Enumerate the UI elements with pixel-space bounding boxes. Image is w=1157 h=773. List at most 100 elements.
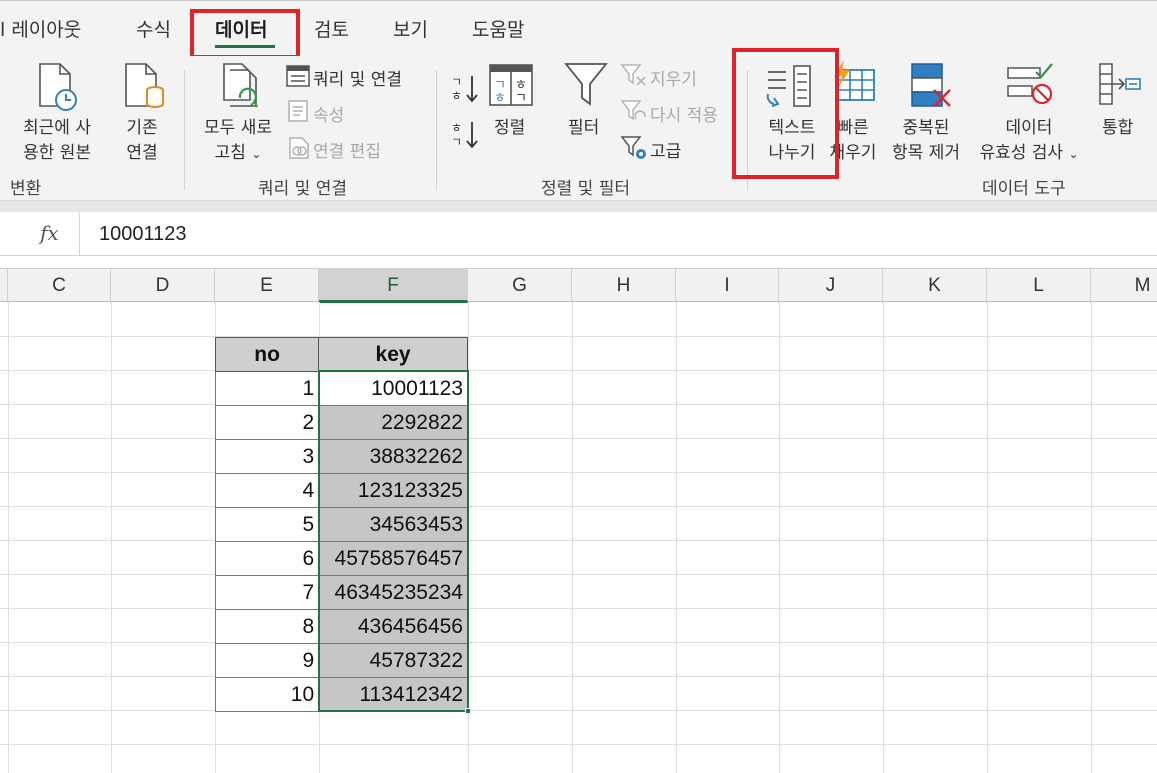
table-header-row: no key	[214, 337, 468, 372]
cell-no[interactable]: 3	[214, 439, 320, 474]
svg-text:ㄱ: ㄱ	[451, 135, 462, 149]
column-header-b-partial[interactable]	[0, 269, 8, 303]
cell-no[interactable]: 6	[214, 541, 320, 576]
properties-icon	[288, 100, 308, 126]
worksheet-grid[interactable]	[0, 302, 1157, 773]
cell-key[interactable]: 2292822	[318, 405, 468, 440]
remove-duplicates-label-2: 항목 제거	[892, 143, 960, 163]
existing-connections-button[interactable]: 기존 연결	[112, 113, 172, 163]
cell-no[interactable]: 5	[214, 507, 320, 542]
group-label-sort-filter: 정렬 및 필터	[541, 179, 631, 199]
recent-sources-label-1: 최근에 사	[23, 118, 91, 138]
recent-sources-icon	[36, 62, 82, 116]
cell-no[interactable]: 4	[214, 473, 320, 508]
table-row: 2 2292822	[214, 405, 468, 440]
data-table: no key 1 10001123 2 2292822 3 38832262 4…	[214, 337, 468, 712]
fill-handle[interactable]	[465, 708, 471, 714]
group-label-data-tools: 데이터 도구	[982, 179, 1066, 199]
table-row: 7 46345235234	[214, 575, 468, 610]
formula-input[interactable]: 10001123	[99, 223, 187, 246]
column-header-m[interactable]: M	[1091, 269, 1157, 303]
cell-key[interactable]: 46345235234	[318, 575, 468, 610]
cell-no[interactable]: 2	[214, 405, 320, 440]
remove-duplicates-icon	[910, 62, 954, 112]
properties-button[interactable]: 속성	[313, 101, 344, 126]
group-separator	[184, 70, 185, 190]
table-row: 10 113412342	[214, 677, 468, 712]
sort-button[interactable]: 정렬	[494, 113, 525, 138]
tab-view[interactable]: 보기	[393, 15, 428, 42]
header-cell-key[interactable]: key	[318, 337, 468, 372]
remove-duplicates-button[interactable]: 중복된 항목 제거	[886, 113, 966, 163]
data-validation-button[interactable]: 데이터 유효성 검사 ⌄	[972, 113, 1086, 163]
column-headers: C D E F G H I J K L M	[0, 268, 1157, 303]
refresh-all-icon	[218, 62, 266, 116]
column-header-e[interactable]: E	[215, 269, 319, 303]
svg-text:ㅎ: ㅎ	[451, 121, 462, 135]
chevron-down-icon: ⌄	[1068, 147, 1079, 161]
edit-links-icon	[288, 136, 310, 164]
existing-connections-icon	[122, 62, 168, 116]
queries-connections-button[interactable]: 쿼리 및 연결	[313, 65, 402, 90]
group-label-transform: 변환	[10, 179, 42, 199]
refresh-all-label-1: 모두 새로	[204, 118, 272, 138]
svg-text:ㄱ: ㄱ	[515, 91, 527, 106]
insert-function-icon[interactable]: fx	[40, 221, 59, 245]
cell-key[interactable]: 45758576457	[318, 541, 468, 576]
cell-no[interactable]: 10	[214, 677, 320, 712]
cell-key[interactable]: 436456456	[318, 609, 468, 644]
column-header-l[interactable]: L	[987, 269, 1091, 303]
column-header-k[interactable]: K	[883, 269, 987, 303]
tab-page-layout[interactable]: l 레이아웃	[0, 15, 81, 42]
cell-key-active[interactable]: 10001123	[318, 371, 468, 406]
queries-connections-icon	[286, 65, 310, 91]
existing-connections-label-1: 기존	[126, 118, 158, 138]
tab-review[interactable]: 검토	[314, 15, 349, 42]
remove-duplicates-label-1: 중복된	[902, 118, 950, 138]
cell-no[interactable]: 1	[214, 371, 320, 406]
cell-key[interactable]: 113412342	[318, 677, 468, 712]
svg-text:ㅎ: ㅎ	[494, 91, 506, 106]
cell-no[interactable]: 7	[214, 575, 320, 610]
tab-formulas[interactable]: 수식	[136, 15, 171, 42]
consolidate-icon	[1098, 62, 1144, 112]
recent-sources-button[interactable]: 최근에 사 용한 원본	[12, 113, 102, 163]
cell-key[interactable]: 34563453	[318, 507, 468, 542]
cell-key[interactable]: 38832262	[318, 439, 468, 474]
refresh-all-button[interactable]: 모두 새로 고침 ⌄	[196, 113, 280, 163]
table-row: 6 45758576457	[214, 541, 468, 576]
advanced-filter-button[interactable]: 고급	[650, 137, 681, 162]
highlight-box-data-tab	[190, 9, 300, 59]
reapply-icon	[620, 99, 648, 127]
header-cell-no[interactable]: no	[214, 337, 320, 372]
cell-key[interactable]: 123123325	[318, 473, 468, 508]
column-header-h[interactable]: H	[572, 269, 676, 303]
group-separator	[436, 70, 437, 190]
cell-no[interactable]: 8	[214, 609, 320, 644]
filter-button[interactable]: 필터	[568, 113, 599, 138]
edit-links-button[interactable]: 연결 편집	[313, 137, 381, 162]
data-validation-label-1: 데이터	[1005, 118, 1053, 138]
formula-bar-divider	[0, 200, 1157, 212]
column-header-j[interactable]: J	[779, 269, 883, 303]
data-validation-icon	[1006, 62, 1056, 112]
column-header-f[interactable]: F	[319, 269, 468, 303]
svg-text:ㄱ: ㄱ	[451, 75, 462, 89]
sort-ascending-icon: ㄱㅎ	[450, 72, 480, 110]
clear-filter-button[interactable]: 지우기	[650, 65, 697, 90]
recent-sources-label-2: 용한 원본	[23, 143, 91, 163]
tab-help[interactable]: 도움말	[472, 15, 524, 42]
consolidate-button[interactable]: 통합	[1102, 113, 1133, 138]
refresh-all-label-2: 고침	[214, 143, 246, 163]
cell-key[interactable]: 45787322	[318, 643, 468, 678]
column-header-d[interactable]: D	[111, 269, 215, 303]
advanced-filter-icon	[620, 135, 648, 165]
svg-text:ㅎ: ㅎ	[451, 89, 462, 103]
table-row: 4 123123325	[214, 473, 468, 508]
column-header-i[interactable]: I	[676, 269, 779, 303]
column-header-c[interactable]: C	[8, 269, 111, 303]
cell-no[interactable]: 9	[214, 643, 320, 678]
reapply-button[interactable]: 다시 적용	[650, 101, 718, 126]
column-header-g[interactable]: G	[468, 269, 572, 303]
data-validation-label-2: 유효성 검사	[979, 143, 1064, 163]
